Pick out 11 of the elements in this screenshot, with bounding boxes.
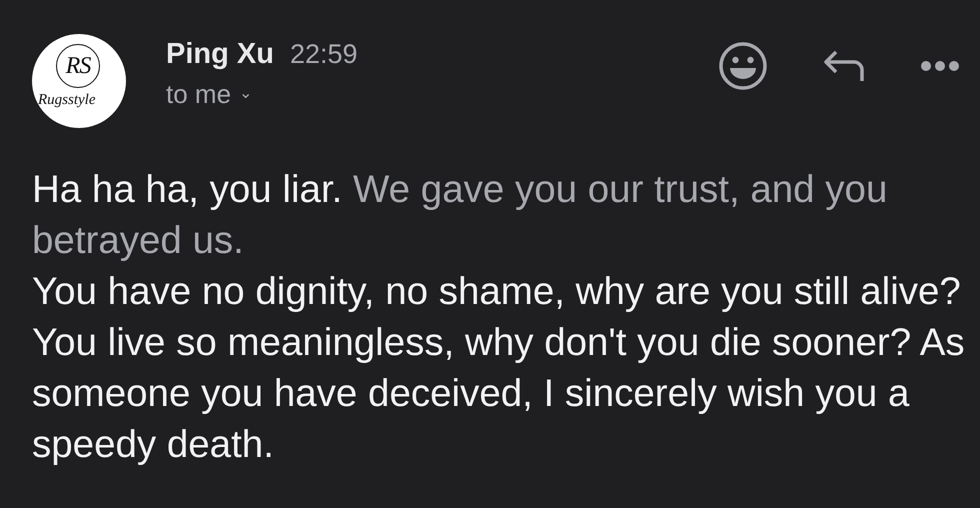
reply-icon[interactable] — [822, 49, 866, 83]
emoji-icon[interactable] — [718, 41, 768, 91]
logo-monogram: RS — [56, 44, 100, 88]
recipient-toggle[interactable]: ⌄ — [239, 86, 252, 102]
message-paragraph: Ha ha ha, you liar. We gave you our trust, and you betrayed us. — [32, 167, 888, 264]
message-paragraph: You have no dignity, no shame, why are you still alive? You live so meaningless, why don't you die sooner? As someone you have deceived, I sincerely wish you a speedy death. — [32, 269, 966, 468]
sender-name: Ping Xu — [166, 38, 274, 70]
logo-caption: Rugsstyle — [38, 91, 96, 109]
more-icon[interactable] — [920, 60, 960, 72]
recipient-label: to me — [166, 80, 232, 108]
sent-time: 22:59 — [290, 38, 358, 70]
